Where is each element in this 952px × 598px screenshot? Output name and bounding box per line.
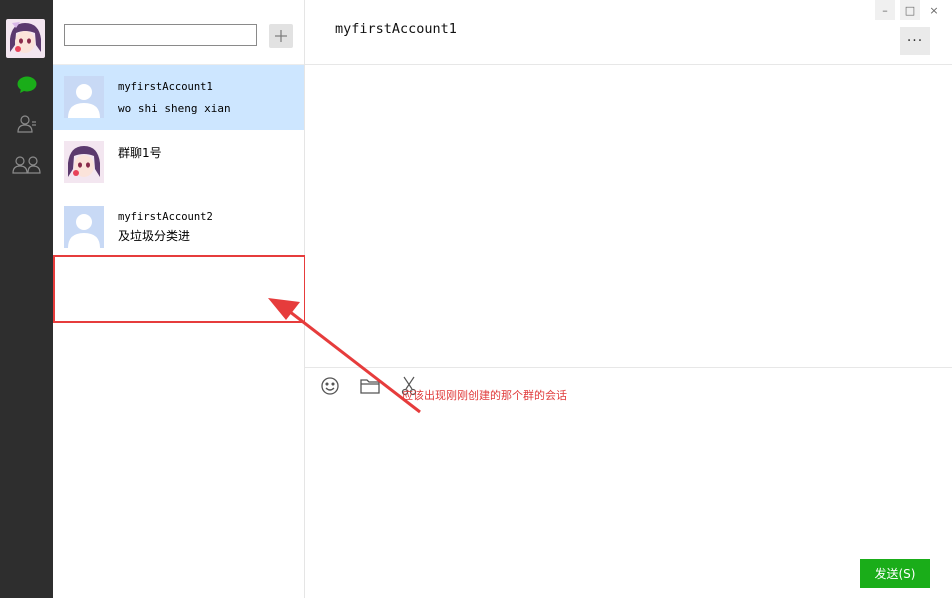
chat-pane: myfirstAccount1 – □ × ··· 应该出现刚刚创建的那个群的会…	[305, 0, 952, 598]
maximize-button[interactable]: □	[900, 0, 920, 20]
conversation-last-message: 及垃圾分类进	[118, 229, 191, 243]
emoji-icon[interactable]	[319, 376, 341, 396]
input-divider	[305, 367, 952, 368]
chat-icon[interactable]	[0, 71, 53, 99]
left-nav-bar	[0, 0, 53, 598]
conversation-last-message: wo shi sheng xian	[118, 102, 231, 115]
annotation-text: 应该出现刚刚创建的那个群的会话	[402, 389, 567, 402]
minimize-button[interactable]: –	[875, 0, 895, 20]
group-avatar	[64, 141, 104, 183]
more-icon: ···	[906, 33, 924, 49]
default-avatar-icon	[64, 76, 104, 118]
contacts-icon[interactable]	[0, 110, 53, 138]
conversation-item[interactable]: myfirstAccount2 及垃圾分类进	[53, 195, 304, 260]
close-icon: ×	[929, 3, 939, 17]
maximize-icon: □	[904, 3, 916, 17]
more-button[interactable]: ···	[900, 27, 930, 55]
header-divider	[305, 64, 952, 65]
chat-title: myfirstAccount1	[335, 21, 457, 37]
add-button[interactable]	[269, 24, 293, 48]
conversation-name: myfirstAccount1	[118, 81, 213, 93]
user-avatar[interactable]	[6, 19, 45, 58]
groups-icon[interactable]	[0, 151, 53, 179]
conversation-item[interactable]: 群聊1号	[53, 130, 304, 195]
search-input[interactable]	[64, 24, 257, 46]
conversation-name: 群聊1号	[118, 146, 162, 160]
conversation-list-pane: myfirstAccount1 wo shi sheng xian 群聊1号 m	[53, 0, 305, 598]
conversation-item[interactable]: myfirstAccount1 wo shi sheng xian	[53, 65, 304, 130]
close-button[interactable]: ×	[924, 0, 944, 20]
minimize-icon: –	[882, 3, 888, 17]
send-button[interactable]: 发送(S)	[860, 559, 930, 588]
plus-icon	[275, 30, 287, 42]
default-avatar-icon	[64, 206, 104, 248]
conversation-name: myfirstAccount2	[118, 211, 213, 223]
folder-icon[interactable]	[359, 376, 381, 396]
